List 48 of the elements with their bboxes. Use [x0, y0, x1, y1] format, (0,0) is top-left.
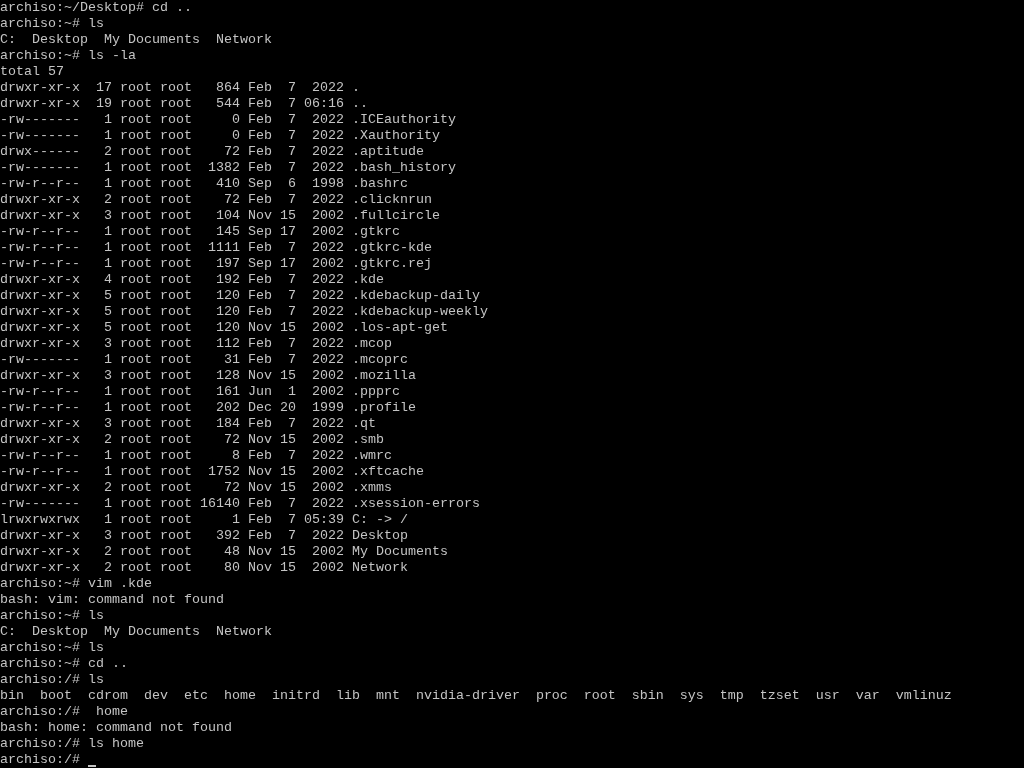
terminal-line: drwxr-xr-x 3 root root 104 Nov 15 2002 .fullcircle — [0, 208, 440, 224]
terminal-line: -rw------- 1 root root 0 Feb 7 2022 .Xauthority — [0, 128, 440, 144]
terminal-line: -rw-r--r-- 1 root root 1111 Feb 7 2022 .gtkrc-kde — [0, 240, 432, 256]
terminal-line: archiso:/# ls home — [0, 736, 144, 752]
terminal-line: archiso:/# ls — [0, 672, 104, 688]
terminal-line: -rw------- 1 root root 1382 Feb 7 2022 .bash_history — [0, 160, 456, 176]
terminal-line: drwxr-xr-x 5 root root 120 Feb 7 2022 .kdebackup-weekly — [0, 304, 488, 320]
terminal-line: drwxr-xr-x 2 root root 80 Nov 15 2002 Network — [0, 560, 408, 576]
terminal-line: C: Desktop My Documents Network — [0, 624, 272, 640]
terminal-line: archiso:/# home — [0, 704, 128, 720]
terminal-line: -rw-r--r-- 1 root root 8 Feb 7 2022 .wmrc — [0, 448, 392, 464]
terminal-line: drwxr-xr-x 19 root root 544 Feb 7 06:16 .. — [0, 96, 368, 112]
terminal-line: drwx------ 2 root root 72 Feb 7 2022 .aptitude — [0, 144, 424, 160]
terminal-line: C: Desktop My Documents Network — [0, 32, 272, 48]
terminal-line: archiso:~# ls — [0, 640, 104, 656]
command-prompt: archiso:/# — [0, 752, 80, 768]
terminal-line: -rw-r--r-- 1 root root 202 Dec 20 1999 .profile — [0, 400, 416, 416]
terminal-line: -rw-r--r-- 1 root root 197 Sep 17 2002 .gtkrc.rej — [0, 256, 432, 272]
terminal-line: -rw------- 1 root root 16140 Feb 7 2022 .xsession-errors — [0, 496, 480, 512]
terminal-line: drwxr-xr-x 2 root root 72 Feb 7 2022 .clicknrun — [0, 192, 432, 208]
terminal-line: total 57 — [0, 64, 64, 80]
terminal-line: -rw-r--r-- 1 root root 1752 Nov 15 2002 .xftcache — [0, 464, 424, 480]
terminal-line: drwxr-xr-x 2 root root 48 Nov 15 2002 My Documents — [0, 544, 448, 560]
terminal-line: drwxr-xr-x 2 root root 72 Nov 15 2002 .smb — [0, 432, 384, 448]
terminal-line: bash: home: command not found — [0, 720, 232, 736]
terminal-line: bash: vim: command not found — [0, 592, 224, 608]
terminal-line: lrwxrwxrwx 1 root root 1 Feb 7 05:39 C: -> / — [0, 512, 408, 528]
terminal-line: drwxr-xr-x 3 root root 112 Feb 7 2022 .mcop — [0, 336, 392, 352]
terminal-line: archiso:~/Desktop# cd .. — [0, 0, 192, 16]
terminal-line: drwxr-xr-x 5 root root 120 Nov 15 2002 .los-apt-get — [0, 320, 448, 336]
terminal-line: archiso:~# vim .kde — [0, 576, 152, 592]
terminal-line: drwxr-xr-x 4 root root 192 Feb 7 2022 .kde — [0, 272, 384, 288]
terminal-line: archiso:~# ls — [0, 608, 104, 624]
terminal-line: -rw------- 1 root root 31 Feb 7 2022 .mcoprc — [0, 352, 408, 368]
terminal-line: archiso:~# ls — [0, 16, 104, 32]
terminal-line: drwxr-xr-x 3 root root 184 Feb 7 2022 .qt — [0, 416, 376, 432]
terminal-line: -rw-r--r-- 1 root root 145 Sep 17 2002 .gtkrc — [0, 224, 400, 240]
terminal-line: drwxr-xr-x 3 root root 128 Nov 15 2002 .mozilla — [0, 368, 416, 384]
terminal-line: archiso:~# cd .. — [0, 656, 128, 672]
terminal-line: drwxr-xr-x 2 root root 72 Nov 15 2002 .xmms — [0, 480, 392, 496]
terminal-line: drwxr-xr-x 3 root root 392 Feb 7 2022 Desktop — [0, 528, 408, 544]
terminal-line: drwxr-xr-x 17 root root 864 Feb 7 2022 . — [0, 80, 360, 96]
terminal-line: -rw-r--r-- 1 root root 410 Sep 6 1998 .bashrc — [0, 176, 408, 192]
terminal-line: drwxr-xr-x 5 root root 120 Feb 7 2022 .kdebackup-daily — [0, 288, 480, 304]
terminal-line: bin boot cdrom dev etc home initrd lib mnt nvidia-driver proc root sbin sys tmp tzset usr var vmlinuz — [0, 688, 952, 704]
terminal-line: archiso:~# ls -la — [0, 48, 136, 64]
terminal-line: -rw------- 1 root root 0 Feb 7 2022 .ICEauthority — [0, 112, 456, 128]
terminal-line: -rw-r--r-- 1 root root 161 Jun 1 2002 .ppprc — [0, 384, 400, 400]
